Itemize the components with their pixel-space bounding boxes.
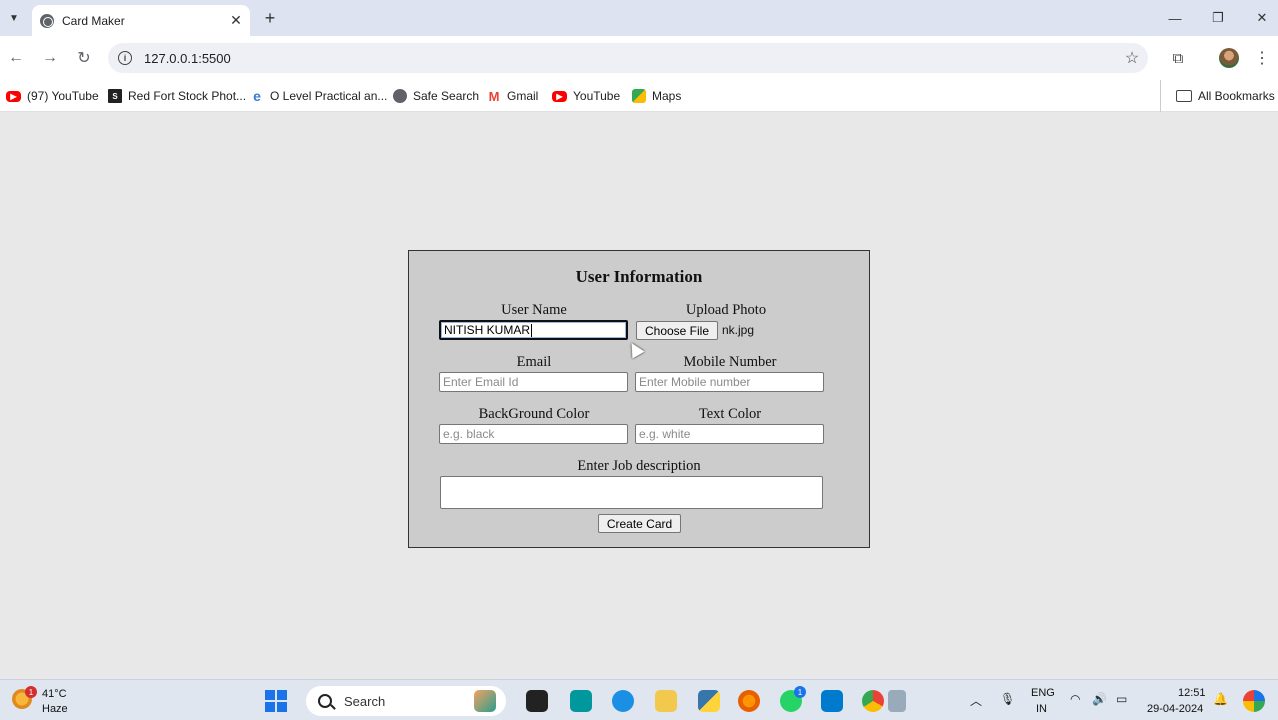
copilot-icon[interactable]: [1243, 690, 1265, 712]
volume-icon[interactable]: 🔊: [1092, 692, 1107, 706]
python-icon[interactable]: [698, 690, 720, 712]
restore-button[interactable]: ❐: [1204, 6, 1232, 30]
weather-temperature[interactable]: 41°C: [42, 688, 67, 700]
taskbar-search-label: Search: [344, 693, 386, 709]
wifi-icon[interactable]: ◠: [1070, 692, 1080, 706]
all-bookmarks-button[interactable]: All Bookmarks: [1176, 86, 1275, 106]
bookmark-red-fort[interactable]: S Red Fort Stock Phot...: [108, 86, 246, 106]
weather-badge: 1: [25, 686, 37, 698]
chosen-file-name: nk.jpg: [722, 323, 755, 337]
bookmark-star-icon[interactable]: ☆: [1120, 48, 1144, 68]
background-color-input[interactable]: e.g. black: [439, 424, 628, 444]
create-card-button[interactable]: Create Card: [598, 514, 681, 533]
widgets-icon[interactable]: [474, 690, 496, 712]
bookmark-o-level[interactable]: e O Level Practical an...: [250, 86, 387, 106]
bookmarks-divider: [1160, 80, 1161, 112]
file-explorer-icon[interactable]: [655, 690, 677, 712]
start-windows-icon[interactable]: [265, 690, 287, 712]
forward-button[interactable]: →: [38, 46, 62, 70]
weather-description[interactable]: Haze: [42, 703, 68, 715]
reload-button[interactable]: ↻: [72, 46, 96, 70]
youtube-icon: ▶: [552, 90, 567, 102]
menu-kebab-icon[interactable]: ⋮: [1254, 48, 1270, 68]
upload-photo-label: Upload Photo: [685, 302, 767, 318]
mobile-number-label: Mobile Number: [683, 354, 777, 370]
language-indicator-top[interactable]: ENG: [1031, 687, 1055, 699]
text-color-input[interactable]: e.g. white: [635, 424, 824, 444]
edge-icon: e: [253, 88, 261, 104]
user-name-input[interactable]: NITISH KUMAR: [439, 320, 628, 340]
notification-bell-icon[interactable]: 🔔: [1213, 692, 1228, 706]
maps-icon: [632, 89, 646, 103]
bookmark-youtube-97[interactable]: ▶ (97) YouTube: [6, 86, 99, 106]
chrome-icon[interactable]: [862, 690, 884, 712]
browser-toolbar: ← → ↻ i 127.0.0.1:5500 ☆ ⧉ ⋮: [0, 36, 1278, 80]
bookmarks-bar: ▶ (97) YouTube S Red Fort Stock Phot... …: [0, 80, 1278, 112]
background-color-label: BackGround Color: [478, 406, 590, 422]
address-bar[interactable]: i 127.0.0.1:5500 ☆: [108, 43, 1148, 73]
search-icon: [318, 694, 332, 708]
clock-date[interactable]: 29-04-2024: [1147, 703, 1203, 715]
tab-title: Card Maker: [62, 13, 125, 28]
bookmark-gmail[interactable]: M Gmail: [487, 86, 539, 106]
snipping-tool-icon[interactable]: [888, 690, 906, 712]
new-tab-button[interactable]: +: [260, 8, 280, 28]
terminal-icon[interactable]: [526, 690, 548, 712]
profile-avatar[interactable]: [1219, 48, 1239, 68]
whatsapp-badge: 1: [794, 686, 806, 698]
arduino-icon[interactable]: [570, 690, 592, 712]
extensions-icon[interactable]: ⧉: [1168, 48, 1188, 68]
microphone-icon[interactable]: 🎙: [1000, 692, 1015, 706]
vscode-icon[interactable]: [821, 690, 843, 712]
job-description-label: Enter Job description: [577, 458, 701, 474]
page-viewport: User Information User Name Upload Photo …: [0, 113, 1278, 679]
tab-card-maker[interactable]: Card Maker ✕: [32, 5, 250, 36]
user-name-label: User Name: [501, 302, 567, 318]
text-color-label: Text Color: [698, 406, 762, 422]
edge-browser-icon[interactable]: [612, 690, 634, 712]
user-information-form: User Information User Name Upload Photo …: [408, 250, 870, 548]
close-tab-icon[interactable]: ✕: [228, 12, 244, 29]
bookmark-maps[interactable]: Maps: [632, 86, 681, 106]
windows-taskbar: 1 41°C Haze Search 1 ︿ 🎙 ENG IN ◠ 🔊 ▭ 12…: [0, 679, 1278, 720]
globe-icon: [393, 89, 407, 103]
text-caret: [531, 323, 533, 337]
tab-search-chevron-icon[interactable]: ▼: [4, 8, 24, 28]
email-label: Email: [516, 354, 552, 370]
language-indicator-bottom[interactable]: IN: [1036, 703, 1047, 715]
firefox-icon[interactable]: [738, 690, 760, 712]
url-text[interactable]: 127.0.0.1:5500: [144, 51, 1120, 66]
globe-icon: [40, 13, 54, 28]
clock-time[interactable]: 12:51: [1178, 687, 1206, 699]
tab-strip: ▼ Card Maker ✕ + — ❐ ✕: [0, 0, 1278, 36]
email-input[interactable]: Enter Email Id: [439, 372, 628, 392]
back-button[interactable]: ←: [4, 46, 28, 70]
show-hidden-icons-chevron-icon[interactable]: ︿: [970, 692, 982, 709]
site-info-icon[interactable]: i: [118, 51, 132, 65]
bookmark-safe-search[interactable]: Safe Search: [393, 86, 479, 106]
stock-photo-icon: S: [108, 89, 122, 103]
mobile-number-input[interactable]: Enter Mobile number: [635, 372, 824, 392]
youtube-icon: ▶: [6, 90, 21, 102]
close-window-button[interactable]: ✕: [1248, 6, 1276, 30]
form-title: User Information: [575, 267, 703, 286]
choose-file-button[interactable]: Choose File: [636, 321, 718, 340]
job-description-textarea[interactable]: [440, 476, 823, 509]
bookmark-youtube[interactable]: ▶ YouTube: [552, 86, 620, 106]
minimize-button[interactable]: —: [1161, 6, 1189, 30]
folder-icon: [1176, 90, 1192, 102]
gmail-icon: M: [488, 88, 500, 104]
battery-icon[interactable]: ▭: [1116, 692, 1127, 706]
